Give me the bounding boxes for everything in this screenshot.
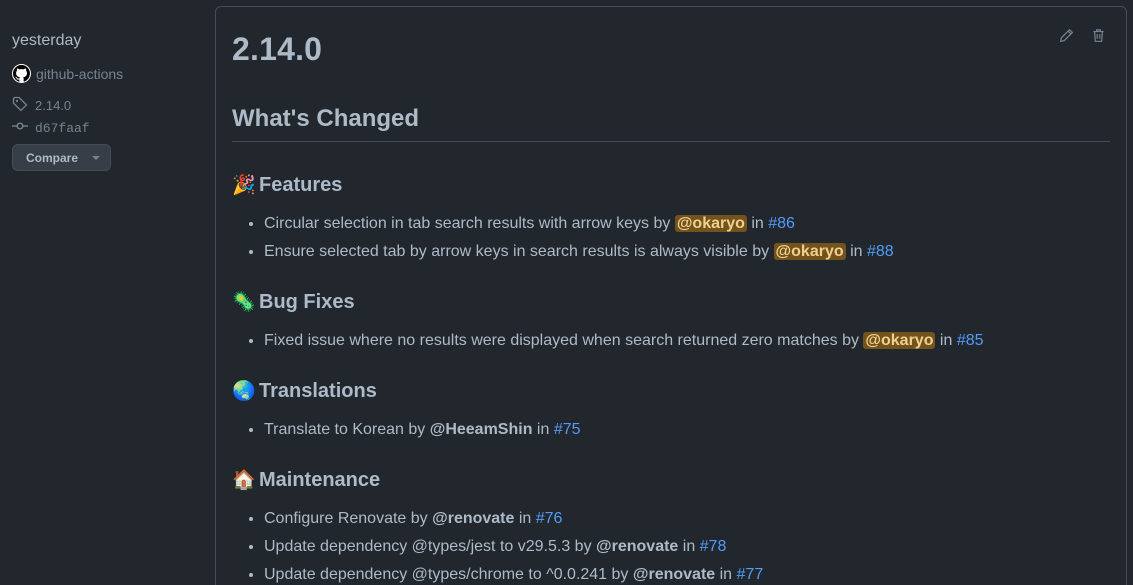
pr-link[interactable]: #85 <box>957 332 984 349</box>
item-text: Circular selection in tab search results… <box>264 215 675 232</box>
whats-changed-heading: What's Changed <box>232 105 420 132</box>
bug-fixes-list: Fixed issue where no results were displa… <box>246 327 984 355</box>
pr-link[interactable]: #75 <box>554 421 581 438</box>
item-text: Configure Renovate by <box>264 510 433 527</box>
item-text: Update dependency @types/jest to v29.5.3… <box>264 538 597 555</box>
git-commit-icon <box>12 118 28 138</box>
item-in: in <box>514 510 536 527</box>
house-icon: 🏠 <box>232 470 256 491</box>
compare-label: Compare <box>26 150 79 165</box>
compare-button[interactable]: Compare <box>12 144 111 171</box>
section-maintenance-heading: 🏠 Maintenance <box>232 468 380 492</box>
pr-link[interactable]: #86 <box>768 215 795 232</box>
commit-sha: d67faaf <box>35 120 90 136</box>
author-name: github-actions <box>36 65 124 82</box>
release-tag[interactable]: 2.14.0 <box>12 96 71 115</box>
pencil-icon[interactable] <box>1058 27 1074 43</box>
pr-link[interactable]: #76 <box>536 510 563 527</box>
globe-icon: 🌏 <box>232 381 256 402</box>
trash-icon[interactable] <box>1090 27 1106 43</box>
section-title: Bug Fixes <box>259 290 355 313</box>
github-mark-icon <box>12 64 31 83</box>
user-mention[interactable]: @renovate <box>432 510 514 527</box>
user-mention[interactable]: @okaryo <box>674 215 747 232</box>
item-text: Translate to Korean by <box>264 421 430 438</box>
user-mention[interactable]: @renovate <box>596 538 678 555</box>
maintenance-list: Configure Renovate by @renovate in #76 U… <box>246 505 763 585</box>
item-in: in <box>746 215 769 232</box>
release-date: yesterday <box>12 32 82 49</box>
section-title: Features <box>259 173 343 196</box>
chevron-down-icon <box>92 155 101 160</box>
list-item: Translate to Korean by @HeeamShin in #75 <box>264 416 581 444</box>
list-item: Circular selection in tab search results… <box>264 210 894 238</box>
release-title: 2.14.0 <box>232 31 323 67</box>
heading-divider <box>232 141 1110 142</box>
user-mention[interactable]: @HeeamShin <box>430 421 533 438</box>
item-in: in <box>678 538 700 555</box>
list-item: Update dependency @types/chrome to ^0.0.… <box>264 561 763 585</box>
pr-link[interactable]: #77 <box>737 566 764 583</box>
item-in: in <box>532 421 554 438</box>
item-text: Fixed issue where no results were displa… <box>264 332 864 349</box>
section-translations-heading: 🌏 Translations <box>232 379 377 403</box>
item-text: Update dependency @types/chrome to ^0.0.… <box>264 566 633 583</box>
tag-icon <box>12 96 28 115</box>
pr-link[interactable]: #88 <box>867 243 894 260</box>
user-mention[interactable]: @renovate <box>633 566 715 583</box>
pr-link[interactable]: #78 <box>700 538 727 555</box>
release-card: 2.14.0 What's Changed 🎉 Features Circula… <box>215 6 1127 585</box>
user-mention[interactable]: @okaryo <box>773 243 846 260</box>
item-in: in <box>715 566 737 583</box>
list-item: Fixed issue where no results were displa… <box>264 327 984 355</box>
section-features-heading: 🎉 Features <box>232 173 342 197</box>
release-actions <box>1058 27 1106 43</box>
item-text: Ensure selected tab by arrow keys in sea… <box>264 243 774 260</box>
translations-list: Translate to Korean by @HeeamShin in #75 <box>246 416 581 444</box>
section-bug-fixes-heading: 🦠 Bug Fixes <box>232 290 355 314</box>
party-popper-icon: 🎉 <box>232 175 256 196</box>
user-mention[interactable]: @okaryo <box>863 332 936 349</box>
item-in: in <box>935 332 957 349</box>
list-item: Update dependency @types/jest to v29.5.3… <box>264 533 763 561</box>
section-title: Translations <box>259 379 377 402</box>
release-commit[interactable]: d67faaf <box>12 118 90 138</box>
microbe-icon: 🦠 <box>232 292 256 313</box>
section-title: Maintenance <box>259 468 381 491</box>
features-list: Circular selection in tab search results… <box>246 210 894 266</box>
item-in: in <box>845 243 867 260</box>
release-page: yesterday github-actions 2.14.0 d67faaf … <box>0 0 1133 585</box>
list-item: Ensure selected tab by arrow keys in sea… <box>264 238 894 266</box>
list-item: Configure Renovate by @renovate in #76 <box>264 505 763 533</box>
release-author[interactable]: github-actions <box>12 64 123 83</box>
tag-name: 2.14.0 <box>35 98 72 113</box>
